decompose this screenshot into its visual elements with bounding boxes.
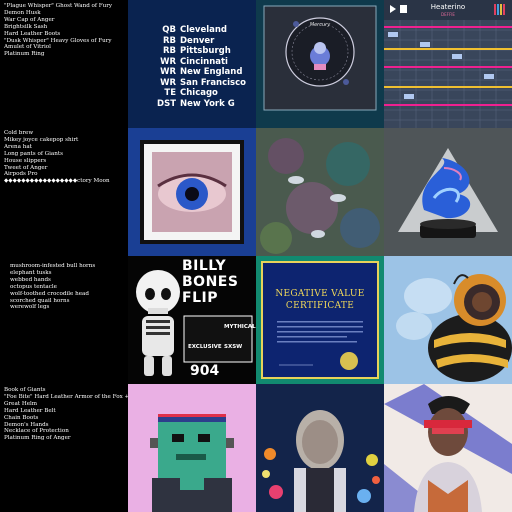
roster-row: WR Cincinnati [156, 57, 228, 67]
loot-item: octopus tentacle [10, 283, 57, 290]
loot-card-2[interactable]: Cold brew Mikey joyce cakepop shirt Arena … [0, 128, 128, 256]
track-title: Heaterino [430, 3, 466, 11]
loot-item: House slippers [4, 157, 47, 164]
play-icon [390, 5, 396, 13]
roster-team: Cleveland [180, 25, 228, 35]
loot-item: War Cap of Anger [4, 16, 55, 23]
loot-item: Book of Giants [4, 387, 46, 393]
loot-item: werewolf legs [10, 304, 50, 311]
loot-item: Demon Husk [4, 9, 41, 16]
orb-label: Mercury [309, 22, 331, 28]
loot-item: Long pants of Giants [4, 150, 63, 157]
flower-portrait-art[interactable] [256, 384, 384, 512]
sequencer-grid-svg [384, 4, 512, 128]
loot-item: elephant tusks [10, 269, 52, 276]
loot-item: Airpods Pro [4, 171, 38, 178]
billy-edition-number: 904 [190, 363, 220, 379]
roster-row: RB Denver [156, 36, 214, 46]
certificate-body-svg [277, 321, 363, 370]
mercury-orb-art[interactable]: Mercury [256, 0, 384, 128]
loot-item: Brightsilk Sash [4, 23, 48, 30]
track-artist: DEFFIE [441, 12, 455, 17]
warrior-artwork-svg [384, 384, 512, 512]
loot-item: Arena hat [4, 143, 32, 150]
roster-row: WR San Francisco [156, 78, 246, 88]
roster-team: Cincinnati [180, 56, 228, 67]
sculpture-artwork-svg [398, 148, 498, 238]
roster-team: Chicago [180, 88, 218, 98]
flower-portrait-svg [256, 384, 384, 512]
loot-item: Necklace of Protection [4, 428, 69, 435]
loot-card-4[interactable]: Book of Giants "Foe Bite" Hard Leather Ar… [0, 384, 128, 512]
stop-icon [400, 5, 407, 13]
nft-gallery-grid: "Plague Whisper" Ghost Wand of Fury Demon… [0, 0, 512, 512]
loot-card-3[interactable]: mushroom-infested bull horns elephant tus… [0, 256, 128, 384]
billy-title-line2: BONES [182, 274, 239, 290]
loot-card-1[interactable]: "Plague Whisper" Ghost Wand of Fury Demon… [0, 0, 128, 128]
badge-exclusive: EXCLUSIVE [188, 344, 222, 350]
roster-team: New York G [180, 98, 235, 109]
zombie-artwork-svg [128, 384, 256, 512]
orb-artwork-svg [263, 5, 377, 111]
roster-position: DST [157, 98, 176, 109]
loot-item: scorched quail horns [10, 297, 70, 304]
loot-item: Hard Leather Belt [4, 407, 56, 414]
roster-row: WR New England [156, 67, 242, 77]
loot-item: Chain Boots [4, 414, 39, 421]
billy-title-line1: BILLY [182, 258, 227, 274]
loot-item: "Foe Bite" Hard Leather Armor of the Fox… [4, 393, 128, 400]
loot-item: "Dusk Whisper" Heavy Gloves of Fury [4, 37, 112, 44]
loot-item: Demon's Hands [4, 421, 49, 428]
loot-item: Hard Leather Boots [4, 30, 61, 37]
roster-team: Denver [180, 35, 215, 46]
seal-icon [340, 352, 358, 370]
roster-position: RB [162, 35, 176, 46]
fantasy-roster-card[interactable]: QB Cleveland RB Denver RB Pittsburgh WR Cincinn… [128, 0, 256, 128]
loot-item: wolf-toothed crocodile head [10, 290, 89, 297]
billy-title-line3: FLIP [182, 290, 218, 306]
roster-row: RB Pittsburgh [156, 46, 231, 56]
astronaut-bee-art[interactable] [384, 256, 512, 384]
roster-row: DST New York G [156, 99, 235, 109]
loot-item: Cold brew [4, 130, 34, 136]
roster-team: New England [180, 67, 243, 77]
roster-position: WR [160, 77, 176, 88]
framed-eye-art[interactable] [128, 128, 256, 256]
loot-item: "Plague Whisper" Ghost Wand of Fury [4, 3, 113, 9]
pixel-zombie-art[interactable] [128, 384, 256, 512]
pattern-artwork-svg [256, 128, 384, 256]
psychedelic-pattern-art[interactable] [256, 128, 384, 256]
roster-team: Pittsburgh [180, 46, 231, 56]
loot-item: Mikey joyce cakepop shirt [4, 136, 79, 143]
roster-position: RB [162, 46, 176, 56]
loot-item: mushroom-infested bull horns [10, 263, 96, 269]
roster-position: WR [160, 67, 176, 77]
loot-item: ◆◆◆◆◆◆◆◆◆◆◆◆◆◆◆◆◆ctory Moon [4, 178, 110, 185]
roster-position: TE [164, 88, 176, 98]
certificate-panel: NEGATIVE VALUE CERTIFICATE [261, 261, 379, 379]
loot-item: Platinum Ring of Anger [4, 435, 71, 442]
roster-row: TE Chicago [156, 88, 218, 98]
loot-item: Platinum Ring [4, 51, 45, 58]
roster-row: QB Cleveland [156, 25, 227, 35]
badge-mythical: MYTHICAL [224, 324, 256, 330]
roster-position: QB [162, 25, 176, 35]
equalizer-icon [494, 4, 505, 15]
billy-bones-card[interactable]: BILLY BONES FLIP MYTHICAL EXCLUSIVE SXSW… [128, 256, 256, 384]
bandana-warrior-art[interactable] [384, 384, 512, 512]
music-sequencer-card[interactable]: Heaterino DEFFIE [384, 0, 512, 128]
chrome-sculpture-art[interactable] [384, 128, 512, 256]
badge-sxsw: SXSW [224, 344, 243, 350]
bee-artwork-svg [384, 256, 512, 384]
loot-item: webbed hands [10, 276, 51, 283]
roster-team: San Francisco [180, 77, 246, 88]
loot-item: Tweet of Anger [4, 164, 48, 171]
loot-item: Amulet of Vitriol [4, 44, 51, 51]
eye-artwork-svg [140, 140, 244, 244]
roster-position: WR [160, 56, 176, 67]
loot-item: Great Helm [4, 400, 38, 407]
negative-value-certificate[interactable]: NEGATIVE VALUE CERTIFICATE [256, 256, 384, 384]
